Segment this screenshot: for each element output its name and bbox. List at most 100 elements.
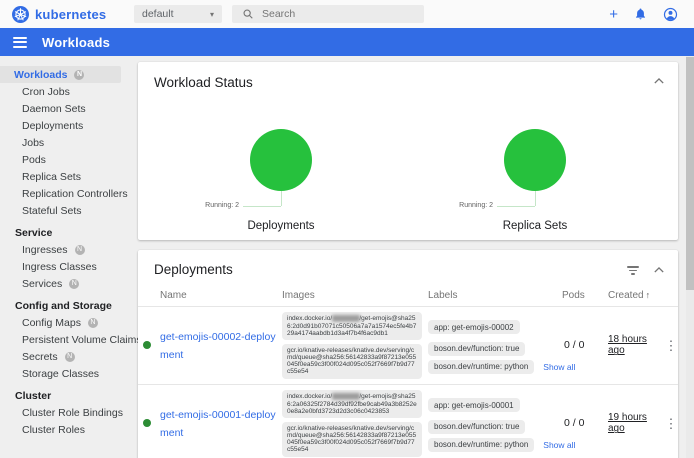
sidebar-item-services[interactable]: Services N <box>0 275 130 292</box>
sort-ascending-icon: ↑ <box>646 290 651 300</box>
sidebar-item-stateful-sets[interactable]: Stateful Sets <box>0 202 130 219</box>
column-header-created[interactable]: Created↑ <box>608 290 664 301</box>
legend-connector <box>243 206 281 207</box>
sidebar-item-daemon-sets[interactable]: Daemon Sets <box>0 100 130 117</box>
table-row: get-emojis-00002-deployment index.docker… <box>138 307 678 385</box>
sidebar-item-pods[interactable]: Pods <box>0 151 130 168</box>
table-header-row: Name Images Labels Pods Created↑ <box>138 285 678 307</box>
column-header-images[interactable]: Images <box>282 290 428 301</box>
sidebar-item-cluster-role-bindings[interactable]: Cluster Role Bindings <box>0 404 130 421</box>
sidebar-nav: Workloads N Cron Jobs Daemon Sets Deploy… <box>0 56 130 458</box>
app-header: kubernetes default ▾ + <box>0 0 694 28</box>
pods-count: 0 / 0 <box>562 339 608 351</box>
created-timestamp: 19 hours ago <box>608 412 664 434</box>
search-input[interactable] <box>262 8 402 20</box>
sidebar-item-config-maps[interactable]: Config Maps N <box>0 314 130 331</box>
namespaced-badge: N <box>75 245 85 255</box>
pods-count: 0 / 0 <box>562 417 608 429</box>
status-running-dot <box>143 419 151 427</box>
namespaced-badge: N <box>65 352 75 362</box>
chart-caption: Deployments <box>154 220 408 232</box>
kubernetes-logo: kubernetes <box>12 6 130 23</box>
namespaced-badge: N <box>69 279 79 289</box>
sidebar-section-config-and-storage: Config and Storage <box>0 297 130 314</box>
workload-status-title: Workload Status <box>154 75 662 90</box>
sidebar-item-ingress-classes[interactable]: Ingress Classes <box>0 258 130 275</box>
sidebar-section-service: Service <box>0 224 130 241</box>
sidebar-item-storage-classes[interactable]: Storage Classes <box>0 365 130 382</box>
pie-legend-label: Running: 2 <box>459 202 493 209</box>
created-timestamp: 18 hours ago <box>608 334 664 356</box>
namespaced-badge: N <box>88 318 98 328</box>
pie-chart-running <box>250 129 312 191</box>
sidebar-item-persistent-volume-claims[interactable]: Persistent Volume Claims N <box>0 331 130 348</box>
redacted-registry-user: ████████ <box>332 394 359 400</box>
sidebar-item-ingresses[interactable]: Ingresses N <box>0 241 130 258</box>
filter-icon[interactable] <box>626 264 640 276</box>
sidebar-item-cluster-roles[interactable]: Cluster Roles <box>0 421 130 438</box>
image-chip: gcr.io/knative-releases/knative.dev/serv… <box>282 422 422 457</box>
sidebar-item-cron-jobs[interactable]: Cron Jobs <box>0 83 130 100</box>
image-chip: index.docker.io/████████/get-emojis@sha2… <box>282 390 422 418</box>
chevron-up-icon <box>654 266 664 274</box>
label-chip: boson.dev/function: true <box>428 342 525 356</box>
table-row: get-emojis-00001-deployment index.docker… <box>138 385 678 458</box>
search-icon <box>242 8 254 20</box>
show-all-link[interactable]: Show all <box>543 440 575 450</box>
labels-cell: app: get-emojis-00001 boson.dev/function… <box>428 395 562 452</box>
brand-name: kubernetes <box>35 7 106 22</box>
status-running-dot <box>143 341 151 349</box>
sidebar-item-workloads[interactable]: Workloads N <box>0 66 121 83</box>
pie-legend-label: Running: 2 <box>205 202 239 209</box>
more-vert-menu-icon[interactable]: ⋮ <box>664 417 678 430</box>
image-chip: index.docker.io/████████/get-emojis@sha2… <box>282 312 422 340</box>
sidebar-item-replication-controllers[interactable]: Replication Controllers <box>0 185 130 202</box>
chevron-down-icon: ▾ <box>210 10 214 19</box>
sidebar-item-deployments[interactable]: Deployments <box>0 117 130 134</box>
collapse-card-button[interactable] <box>652 74 666 88</box>
sidebar-item-jobs[interactable]: Jobs <box>0 134 130 151</box>
sidebar-item-replica-sets[interactable]: Replica Sets <box>0 168 130 185</box>
legend-connector <box>281 191 282 206</box>
column-header-pods[interactable]: Pods <box>562 290 608 301</box>
column-header-labels[interactable]: Labels <box>428 290 562 301</box>
deployment-name-link[interactable]: get-emojis-00002-deployment <box>160 331 276 361</box>
label-chip: boson.dev/function: true <box>428 420 525 434</box>
image-chip: gcr.io/knative-releases/knative.dev/serv… <box>282 344 422 379</box>
label-chip: boson.dev/runtime: python <box>428 438 534 452</box>
sidebar-item-secrets[interactable]: Secrets N <box>0 348 130 365</box>
redacted-registry-user: ████████ <box>332 316 359 322</box>
legend-connector <box>535 191 536 206</box>
scrollbar-track[interactable] <box>686 56 694 458</box>
namespaced-badge: N <box>74 70 84 80</box>
images-cell: index.docker.io/████████/get-emojis@sha2… <box>282 390 428 457</box>
legend-connector <box>497 206 535 207</box>
show-all-link[interactable]: Show all <box>543 362 575 372</box>
search-bar[interactable] <box>232 5 424 23</box>
header-actions: + <box>609 7 682 22</box>
sidebar-section-cluster: Cluster <box>0 387 130 404</box>
column-header-name[interactable]: Name <box>160 290 282 301</box>
workload-status-card: Workload Status Running: 2 Deployments <box>138 62 678 240</box>
notifications-bell-icon[interactable] <box>634 7 647 21</box>
collapse-card-button[interactable] <box>652 263 666 277</box>
menu-hamburger-icon[interactable] <box>13 34 27 50</box>
label-chip: app: get-emojis-00001 <box>428 398 520 412</box>
images-cell: index.docker.io/████████/get-emojis@sha2… <box>282 312 428 379</box>
label-chip: boson.dev/runtime: python <box>428 360 534 374</box>
account-user-icon[interactable] <box>663 7 678 22</box>
deployments-title: Deployments <box>154 262 662 277</box>
deployments-status-chart: Running: 2 Deployments <box>154 92 408 232</box>
scrollbar-thumb[interactable] <box>686 57 694 290</box>
chart-caption: Replica Sets <box>408 220 662 232</box>
namespace-selector[interactable]: default ▾ <box>134 5 222 23</box>
page-toolbar: Workloads <box>0 28 694 56</box>
namespace-value: default <box>142 8 174 20</box>
replica-sets-status-chart: Running: 2 Replica Sets <box>408 92 662 232</box>
create-resource-button[interactable]: + <box>609 7 618 22</box>
labels-cell: app: get-emojis-00002 boson.dev/function… <box>428 317 562 374</box>
kubernetes-wheel-icon <box>12 6 29 23</box>
chevron-up-icon <box>654 77 664 85</box>
more-vert-menu-icon[interactable]: ⋮ <box>664 339 678 352</box>
deployment-name-link[interactable]: get-emojis-00001-deployment <box>160 409 276 439</box>
